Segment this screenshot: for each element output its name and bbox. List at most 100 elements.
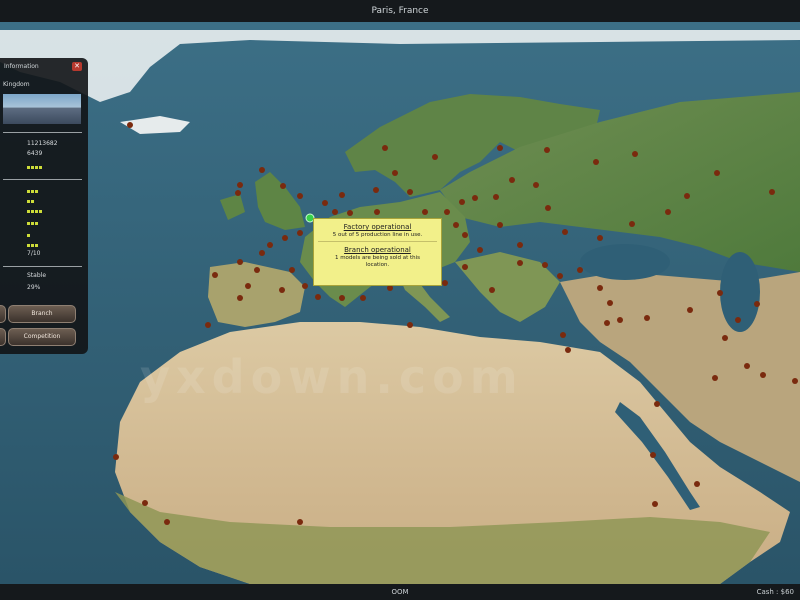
city-marker[interactable]: [407, 322, 413, 328]
city-marker[interactable]: [254, 267, 260, 273]
left-button-1[interactable]: [0, 305, 6, 323]
city-marker[interactable]: [235, 190, 241, 196]
city-marker[interactable]: [315, 294, 321, 300]
city-marker[interactable]: [459, 199, 465, 205]
city-marker[interactable]: [744, 363, 750, 369]
city-marker[interactable]: [565, 347, 571, 353]
city-marker[interactable]: [712, 375, 718, 381]
city-marker[interactable]: [332, 209, 338, 215]
rating-7: [27, 242, 39, 247]
city-marker[interactable]: [650, 452, 656, 458]
city-marker[interactable]: [339, 295, 345, 301]
city-marker[interactable]: [297, 193, 303, 199]
competition-button[interactable]: Competition: [8, 328, 76, 346]
city-marker[interactable]: [392, 170, 398, 176]
city-marker[interactable]: [754, 301, 760, 307]
city-marker[interactable]: [237, 259, 243, 265]
city-marker[interactable]: [259, 167, 265, 173]
city-marker[interactable]: [493, 194, 499, 200]
city-marker[interactable]: [462, 232, 468, 238]
city-marker[interactable]: [113, 454, 119, 460]
city-marker[interactable]: [557, 273, 563, 279]
city-marker[interactable]: [694, 481, 700, 487]
city-marker[interactable]: [279, 287, 285, 293]
city-marker[interactable]: [593, 159, 599, 165]
city-marker[interactable]: [289, 267, 295, 273]
city-marker[interactable]: [259, 250, 265, 256]
city-marker[interactable]: [453, 222, 459, 228]
city-marker[interactable]: [604, 320, 610, 326]
city-marker[interactable]: [617, 317, 623, 323]
city-marker[interactable]: [360, 295, 366, 301]
city-marker[interactable]: [597, 235, 603, 241]
city-marker[interactable]: [322, 200, 328, 206]
city-marker[interactable]: [472, 195, 478, 201]
left-button-2[interactable]: [0, 328, 6, 346]
city-marker[interactable]: [629, 221, 635, 227]
city-marker[interactable]: [717, 290, 723, 296]
rating-square: [39, 166, 42, 169]
city-marker[interactable]: [237, 182, 243, 188]
city-marker[interactable]: [142, 500, 148, 506]
city-marker[interactable]: [792, 378, 798, 384]
city-marker[interactable]: [339, 192, 345, 198]
city-marker[interactable]: [237, 295, 243, 301]
city-marker[interactable]: [382, 145, 388, 151]
city-marker[interactable]: [205, 322, 211, 328]
city-marker[interactable]: [444, 209, 450, 215]
city-marker[interactable]: [607, 300, 613, 306]
city-marker[interactable]: [560, 332, 566, 338]
city-marker[interactable]: [722, 335, 728, 341]
rating-4: [27, 208, 43, 213]
city-marker[interactable]: [164, 519, 170, 525]
city-marker[interactable]: [509, 177, 515, 183]
city-marker[interactable]: [497, 145, 503, 151]
city-marker[interactable]: [212, 272, 218, 278]
city-marker[interactable]: [407, 189, 413, 195]
city-marker[interactable]: [347, 210, 353, 216]
city-marker[interactable]: [545, 205, 551, 211]
city-marker[interactable]: [297, 230, 303, 236]
city-marker[interactable]: [577, 267, 583, 273]
city-marker[interactable]: [280, 183, 286, 189]
branch-button[interactable]: Branch: [8, 305, 76, 323]
city-marker[interactable]: [127, 122, 133, 128]
city-marker[interactable]: [282, 235, 288, 241]
city-marker[interactable]: [297, 519, 303, 525]
city-marker[interactable]: [442, 280, 448, 286]
city-marker[interactable]: [302, 283, 308, 289]
city-marker[interactable]: [714, 170, 720, 176]
city-marker[interactable]: [267, 242, 273, 248]
close-icon[interactable]: ✕: [72, 62, 82, 71]
city-marker[interactable]: [684, 193, 690, 199]
city-marker[interactable]: [477, 247, 483, 253]
city-marker[interactable]: [432, 154, 438, 160]
city-marker[interactable]: [489, 287, 495, 293]
city-marker[interactable]: [533, 182, 539, 188]
city-marker[interactable]: [665, 209, 671, 215]
city-marker[interactable]: [422, 209, 428, 215]
city-marker[interactable]: [735, 317, 741, 323]
city-marker[interactable]: [517, 260, 523, 266]
city-marker[interactable]: [544, 147, 550, 153]
city-marker[interactable]: [517, 242, 523, 248]
city-marker[interactable]: [644, 315, 650, 321]
city-marker[interactable]: [652, 501, 658, 507]
city-marker[interactable]: [542, 262, 548, 268]
city-marker[interactable]: [245, 283, 251, 289]
city-marker[interactable]: [462, 264, 468, 270]
city-marker[interactable]: [654, 401, 660, 407]
city-marker[interactable]: [374, 209, 380, 215]
top-bar: Paris, France: [0, 0, 800, 22]
city-marker[interactable]: [632, 151, 638, 157]
rating-square: [27, 200, 30, 203]
city-marker[interactable]: [597, 285, 603, 291]
city-marker[interactable]: [769, 189, 775, 195]
city-marker[interactable]: [760, 372, 766, 378]
world-map[interactable]: [0, 22, 800, 584]
rating-5: [27, 220, 39, 225]
city-marker[interactable]: [687, 307, 693, 313]
city-marker[interactable]: [497, 222, 503, 228]
city-marker[interactable]: [373, 187, 379, 193]
city-marker[interactable]: [562, 229, 568, 235]
